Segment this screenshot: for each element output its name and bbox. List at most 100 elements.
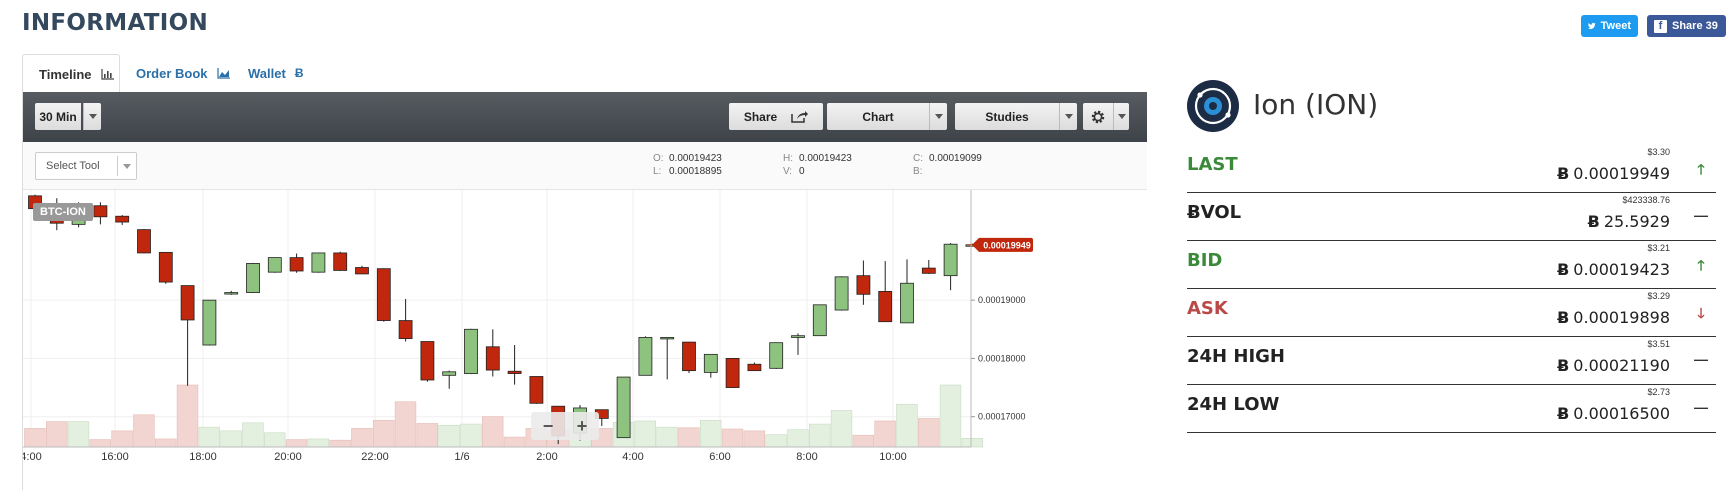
stat-row: ɃVOL $423338.76 Ƀ 25.5929 —: [1187, 188, 1716, 241]
x-tick-label: 4:00: [23, 451, 42, 463]
y-tick-label: 0.00018000: [978, 353, 1026, 363]
volume-bar: [307, 438, 329, 448]
trend-up-icon: 🡑: [1697, 257, 1705, 273]
volume-bar: [438, 425, 460, 448]
ohlc-readout-open-low: O: 0.00019423 L: 0.00018895: [653, 153, 722, 177]
y-tick-label: 0.00017000: [978, 412, 1026, 422]
candle-down: [725, 358, 740, 388]
stat-btc-value: Ƀ 0.00016500: [1557, 404, 1670, 423]
chevron-down-icon: [1117, 114, 1126, 119]
zoom-out-button[interactable]: −: [543, 416, 554, 437]
zoom-in-button[interactable]: +: [577, 416, 588, 437]
page-title: INFORMATION: [22, 10, 209, 36]
chart-type-dropdown-toggle[interactable]: [929, 103, 947, 130]
price-chart[interactable]: 0.00019000 0.00018000 0.00017000 4:00 16:00 1…: [20, 190, 1147, 490]
share-chart-label: Share: [743, 109, 778, 124]
bitcoin-icon: Ƀ: [1557, 404, 1570, 423]
candle-down: [529, 376, 544, 404]
candlestick-chart[interactable]: 0.00019000 0.00018000 0.00017000 4:00 16:00 1…: [20, 190, 1147, 490]
stat-value: 25.5929: [1603, 212, 1670, 231]
candle-up: [943, 243, 958, 277]
candle-down: [158, 251, 173, 283]
volume-bar: [111, 430, 133, 448]
candle-up: [311, 252, 326, 273]
candle-up: [442, 371, 457, 376]
volume-bar: [721, 428, 744, 448]
chevron-down-icon: [88, 114, 97, 119]
coin-name: Ion (ION): [1253, 88, 1379, 121]
studies-button[interactable]: Studies: [955, 103, 1059, 130]
tab-bar: Timeline Order Book Wallet Ƀ: [22, 54, 1146, 93]
chart-type-button[interactable]: Chart: [827, 103, 929, 130]
tab-timeline[interactable]: Timeline: [22, 54, 120, 93]
candle-up: [616, 376, 631, 439]
tab-order-book[interactable]: Order Book: [120, 54, 236, 92]
chart-settings-button[interactable]: [1083, 103, 1113, 130]
bitcoin-icon: Ƀ: [294, 66, 304, 80]
candle-down: [878, 291, 893, 323]
y-tick-label: 0.00019000: [978, 295, 1026, 305]
volume-bar: [830, 410, 853, 448]
stat-label: 24H LOW: [1187, 394, 1280, 415]
ohlc-high: 0.00019423: [799, 153, 852, 164]
volume-bar: [481, 416, 504, 448]
chevron-down-icon: [123, 164, 131, 169]
studies-dropdown-toggle[interactable]: [1059, 103, 1077, 130]
x-tick-label: 10:00: [879, 451, 907, 463]
candle-up: [660, 337, 675, 340]
x-tick-label: 4:00: [622, 451, 643, 463]
candle-down: [333, 252, 348, 271]
volume-bar: [176, 384, 199, 448]
share-icon: [791, 111, 809, 123]
chart-subbar: Select Tool O: 0.00019423 L: 0.00018895 H:…: [23, 142, 1147, 190]
tweet-button[interactable]: Tweet: [1581, 15, 1638, 37]
ohlc-open: 0.00019423: [669, 153, 722, 164]
symbol-tag: BTC-ION: [33, 203, 93, 221]
tab-wallet-label: Wallet: [248, 65, 286, 81]
x-tick-label: 16:00: [101, 451, 129, 463]
select-tool-label: Select Tool: [46, 160, 100, 172]
candle-up: [834, 276, 849, 311]
stat-usd-value: $3.51: [1647, 339, 1670, 349]
facebook-share-button[interactable]: f Share 39: [1647, 15, 1726, 37]
x-tick-label: 22:00: [361, 451, 389, 463]
tab-timeline-label: Timeline: [39, 66, 92, 82]
volume-bar: [220, 430, 242, 448]
volume-bar: [329, 439, 351, 448]
candle-down: [398, 320, 413, 340]
interval-dropdown-toggle[interactable]: [83, 103, 101, 130]
volume-bar: [24, 428, 46, 448]
settings-dropdown-toggle[interactable]: [1113, 103, 1129, 130]
interval-select[interactable]: 30 Min: [35, 103, 81, 130]
studies-label: Studies: [985, 109, 1029, 124]
stat-row: BID $3.21 Ƀ 0.00019423 🡑: [1187, 236, 1716, 289]
volume-bar: [917, 418, 940, 448]
volume-bar: [285, 439, 308, 448]
x-tick-label: 20:00: [274, 451, 302, 463]
x-tick-label: 8:00: [796, 451, 817, 463]
stat-usd-value: $2.73: [1647, 387, 1670, 397]
facebook-icon: f: [1654, 19, 1667, 33]
ohlc-close: 0.00019099: [929, 153, 982, 164]
chart-toolbar: 30 Min Share Chart Studies: [23, 92, 1147, 142]
chart-type-label: Chart: [862, 109, 894, 124]
chevron-down-icon: [1064, 114, 1073, 119]
stat-label: LAST: [1187, 154, 1238, 175]
zoom-controls: − +: [531, 412, 599, 440]
stat-label: ASK: [1187, 298, 1228, 319]
candle-down: [420, 341, 435, 381]
bitcoin-icon: Ƀ: [1557, 164, 1570, 183]
bitcoin-icon: Ƀ: [1557, 356, 1570, 375]
candle-down: [507, 370, 522, 374]
candle-down: [856, 275, 871, 295]
select-tool-dropdown[interactable]: Select Tool: [35, 152, 137, 180]
candle-down: [180, 285, 195, 321]
candle-down: [376, 268, 391, 321]
candle-down: [115, 215, 130, 223]
stat-usd-value: $3.29: [1647, 291, 1670, 301]
candle-down: [747, 363, 762, 372]
tab-wallet[interactable]: Wallet Ƀ: [232, 54, 322, 92]
share-chart-button[interactable]: Share: [729, 103, 823, 130]
volume-bar: [351, 428, 373, 448]
volume-bar: [765, 434, 787, 448]
